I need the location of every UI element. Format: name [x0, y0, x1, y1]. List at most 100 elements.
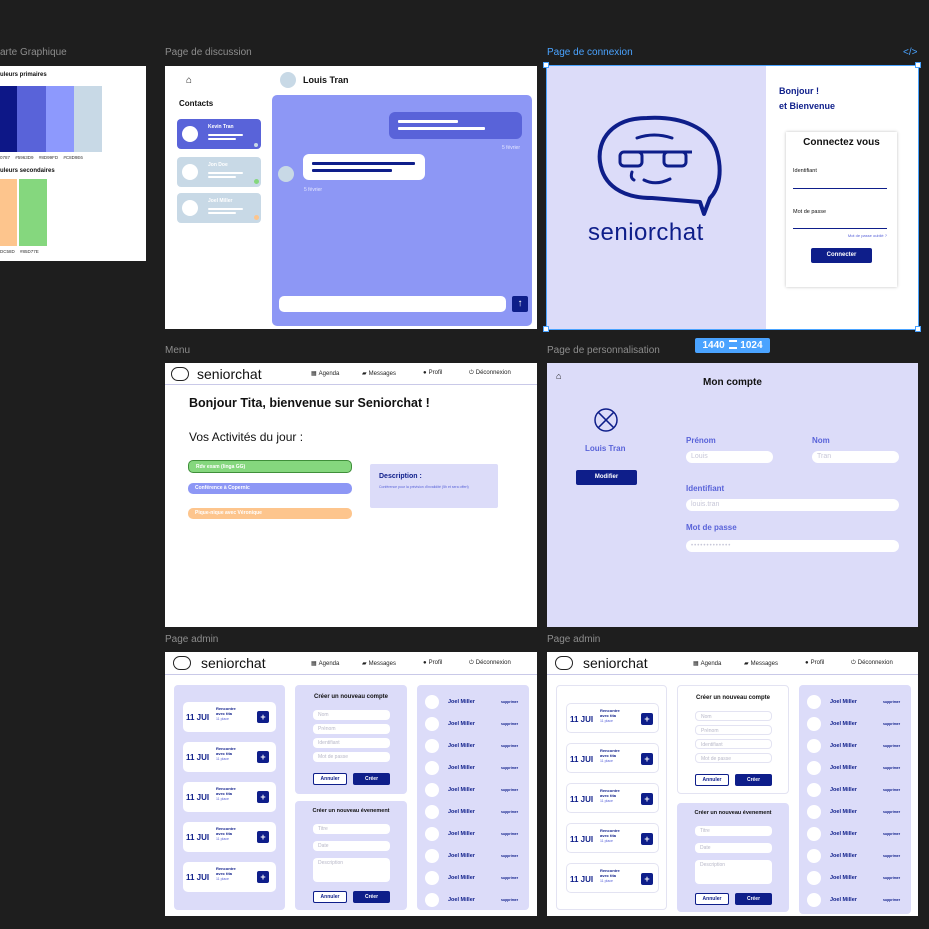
identifiant-input[interactable]: louis.tran	[686, 499, 899, 511]
delete-user-link[interactable]: supprimer	[501, 898, 518, 902]
add-event-button[interactable]: +	[641, 793, 653, 805]
delete-user-link[interactable]: supprimer	[501, 788, 518, 792]
nav-messages[interactable]: ▰ Messages	[362, 370, 396, 377]
event-card[interactable]: 11 JUI Rencontre avec tita 11 place +	[183, 702, 276, 732]
activity-item[interactable]: Pique-nique avec Véronique	[188, 508, 352, 519]
create-button[interactable]: Créer	[353, 773, 390, 785]
event-card[interactable]: 11 JUI Rencontre avec tita 11 place +	[566, 703, 659, 733]
frame-discussion[interactable]: ⌂ Louis Tran Contacts Kevin Tran Jon Doe…	[165, 66, 537, 329]
add-event-button[interactable]: +	[257, 751, 269, 763]
account-field-password[interactable]: Mot de passe	[695, 753, 772, 763]
cancel-button[interactable]: Annuler	[695, 774, 729, 786]
selection-handle[interactable]	[543, 326, 549, 332]
event-field-description[interactable]: Description	[695, 860, 772, 884]
send-button[interactable]: ↑	[512, 296, 528, 312]
nav-profil[interactable]: ● Profil	[805, 660, 824, 666]
delete-user-link[interactable]: supprimer	[883, 854, 900, 858]
brand-name[interactable]: seniorchat	[201, 655, 266, 671]
nav-agenda[interactable]: ▦ Agenda	[693, 660, 721, 667]
home-icon[interactable]: ⌂	[186, 75, 192, 86]
event-card[interactable]: 11 JUI Rencontre avec tita 11 place +	[566, 783, 659, 813]
add-event-button[interactable]: +	[257, 711, 269, 723]
delete-user-link[interactable]: supprimer	[883, 766, 900, 770]
event-field-date[interactable]: Date	[313, 841, 390, 851]
event-field-titre[interactable]: Titre	[313, 824, 390, 834]
nav-deconnexion[interactable]: ⏻ Déconnexion	[851, 660, 893, 667]
delete-user-link[interactable]: supprimer	[501, 854, 518, 858]
add-event-button[interactable]: +	[641, 713, 653, 725]
brand-name[interactable]: seniorchat	[583, 655, 648, 671]
frame-label-perso[interactable]: Page de personnalisation	[547, 345, 660, 356]
brand-name[interactable]: seniorchat	[197, 366, 262, 382]
selection-handle[interactable]	[543, 62, 549, 68]
cancel-button[interactable]: Annuler	[695, 893, 729, 905]
delete-user-link[interactable]: supprimer	[501, 766, 518, 770]
add-event-button[interactable]: +	[257, 831, 269, 843]
nav-messages[interactable]: ▰ Messages	[362, 660, 396, 667]
contact-item-joel[interactable]: Joel Miller	[177, 193, 261, 223]
create-button[interactable]: Créer	[735, 774, 772, 786]
account-field-nom[interactable]: Nom	[313, 710, 390, 720]
nav-agenda[interactable]: ▦ Agenda	[311, 370, 339, 377]
event-card[interactable]: 11 JUI Rencontre avec tita 11 place +	[183, 862, 276, 892]
event-card[interactable]: 11 JUI Rencontre avec tita 11 place +	[566, 743, 659, 773]
event-card[interactable]: 11 JUI Rencontre avec tita 11 place +	[566, 863, 659, 893]
add-event-button[interactable]: +	[257, 871, 269, 883]
delete-user-link[interactable]: supprimer	[501, 810, 518, 814]
delete-user-link[interactable]: supprimer	[883, 898, 900, 902]
event-field-description[interactable]: Description	[313, 858, 390, 882]
activity-item[interactable]: Rdv exam (linga GG)	[188, 460, 352, 473]
event-card[interactable]: 11 JUI Rencontre avec tita 11 place +	[183, 782, 276, 812]
delete-user-link[interactable]: supprimer	[883, 810, 900, 814]
cancel-button[interactable]: Annuler	[313, 773, 347, 785]
account-field-identifiant[interactable]: Identifiant	[313, 738, 390, 748]
account-field-prenom[interactable]: Prénom	[695, 725, 772, 735]
account-field-identifiant[interactable]: Identifiant	[695, 739, 772, 749]
contact-item-jon[interactable]: Jon Doe	[177, 157, 261, 187]
frame-label-admin-1[interactable]: Page admin	[165, 634, 218, 645]
event-field-titre[interactable]: Titre	[695, 826, 772, 836]
delete-user-link[interactable]: supprimer	[501, 700, 518, 704]
delete-user-link[interactable]: supprimer	[883, 788, 900, 792]
account-field-password[interactable]: Mot de passe	[313, 752, 390, 762]
selection-handle[interactable]	[915, 326, 921, 332]
frame-label-menu[interactable]: Menu	[165, 345, 190, 356]
nav-profil[interactable]: ● Profil	[423, 660, 442, 666]
create-button[interactable]: Créer	[353, 891, 390, 903]
frame-label-admin-2[interactable]: Page admin	[547, 634, 600, 645]
frame-label-discussion[interactable]: Page de discussion	[165, 47, 252, 58]
nav-profil[interactable]: ● Profil	[423, 370, 442, 376]
nom-input[interactable]: Tran	[812, 451, 899, 463]
nav-agenda[interactable]: ▦ Agenda	[311, 660, 339, 667]
delete-user-link[interactable]: supprimer	[501, 722, 518, 726]
frame-admin-2[interactable]: seniorchat ▦ Agenda ▰ Messages ● Profil ⏻ Dé…	[547, 652, 918, 916]
modify-button[interactable]: Modifier	[576, 470, 637, 485]
message-input[interactable]	[279, 296, 506, 312]
add-event-button[interactable]: +	[641, 833, 653, 845]
nav-deconnexion[interactable]: ⏻ Déconnexion	[469, 370, 511, 377]
nav-messages[interactable]: ▰ Messages	[744, 660, 778, 667]
frame-label-connexion[interactable]: Page de connexion	[547, 47, 633, 58]
add-event-button[interactable]: +	[641, 873, 653, 885]
frame-charte[interactable]: uleurs primaires 0787 #5963D9 #8D99FD #C…	[0, 66, 146, 261]
code-icon[interactable]: </>	[903, 47, 917, 58]
frame-admin-1[interactable]: seniorchat ▦ Agenda ▰ Messages ● Profil ⏻ Dé…	[165, 652, 537, 916]
delete-user-link[interactable]: supprimer	[883, 700, 900, 704]
delete-user-link[interactable]: supprimer	[883, 876, 900, 880]
event-card[interactable]: 11 JUI Rencontre avec tita 11 place +	[566, 823, 659, 853]
add-event-button[interactable]: +	[641, 753, 653, 765]
frame-menu[interactable]: seniorchat ▦ Agenda ▰ Messages ● Profil ⏻ Dé…	[165, 363, 537, 627]
delete-user-link[interactable]: supprimer	[883, 722, 900, 726]
event-field-date[interactable]: Date	[695, 843, 772, 853]
add-event-button[interactable]: +	[257, 791, 269, 803]
delete-user-link[interactable]: supprimer	[883, 832, 900, 836]
cancel-button[interactable]: Annuler	[313, 891, 347, 903]
frame-personnalisation[interactable]: ⌂ Mon compte Louis Tran Modifier Prénom …	[547, 363, 918, 627]
event-card[interactable]: 11 JUI Rencontre avec tita 11 place +	[183, 742, 276, 772]
account-field-nom[interactable]: Nom	[695, 711, 772, 721]
delete-user-link[interactable]: supprimer	[501, 832, 518, 836]
contact-item-kevin[interactable]: Kevin Tran	[177, 119, 261, 149]
nav-deconnexion[interactable]: ⏻ Déconnexion	[469, 660, 511, 667]
frame-label-charte[interactable]: arte Graphique	[0, 47, 67, 58]
delete-user-link[interactable]: supprimer	[501, 876, 518, 880]
